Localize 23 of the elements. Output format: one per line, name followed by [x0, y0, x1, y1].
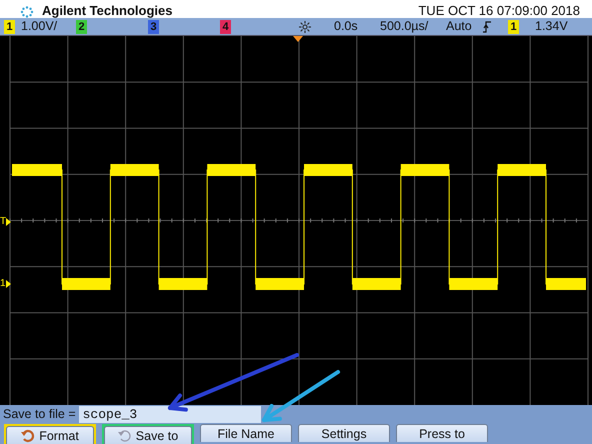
softkey[interactable]: File Name: [200, 424, 292, 442]
file-name-field[interactable]: scope_3: [78, 406, 261, 422]
channel-number[interactable]: 3: [148, 20, 159, 34]
trigger-source[interactable]: 1: [508, 20, 519, 34]
channel-number[interactable]: 4: [220, 20, 231, 34]
channel-scale: 1.00V/: [21, 18, 58, 36]
softkey[interactable]: Settings: [298, 424, 390, 442]
logo-icon: [18, 6, 36, 18]
channel-number[interactable]: 1: [4, 20, 15, 34]
brand-name: Agilent Technologies: [42, 4, 172, 18]
rising-edge-icon: [482, 20, 492, 34]
rotate-icon: [118, 428, 132, 442]
trigger-level: 1.34V: [535, 18, 569, 36]
softkey[interactable]: Press to: [396, 424, 488, 442]
trigger-mode: Auto: [446, 18, 473, 36]
channel-number[interactable]: 2: [76, 20, 87, 34]
date-time: TUE OCT 16 07:09:00 2018: [418, 4, 580, 18]
time-position: 0.0s: [334, 18, 359, 36]
field-label: Save to file =: [3, 406, 76, 423]
acquire-icon: [298, 20, 312, 34]
time-scale: 500.0µs/: [380, 18, 430, 36]
rotate-icon: [21, 428, 36, 442]
softkey[interactable]: Format: [6, 426, 94, 444]
